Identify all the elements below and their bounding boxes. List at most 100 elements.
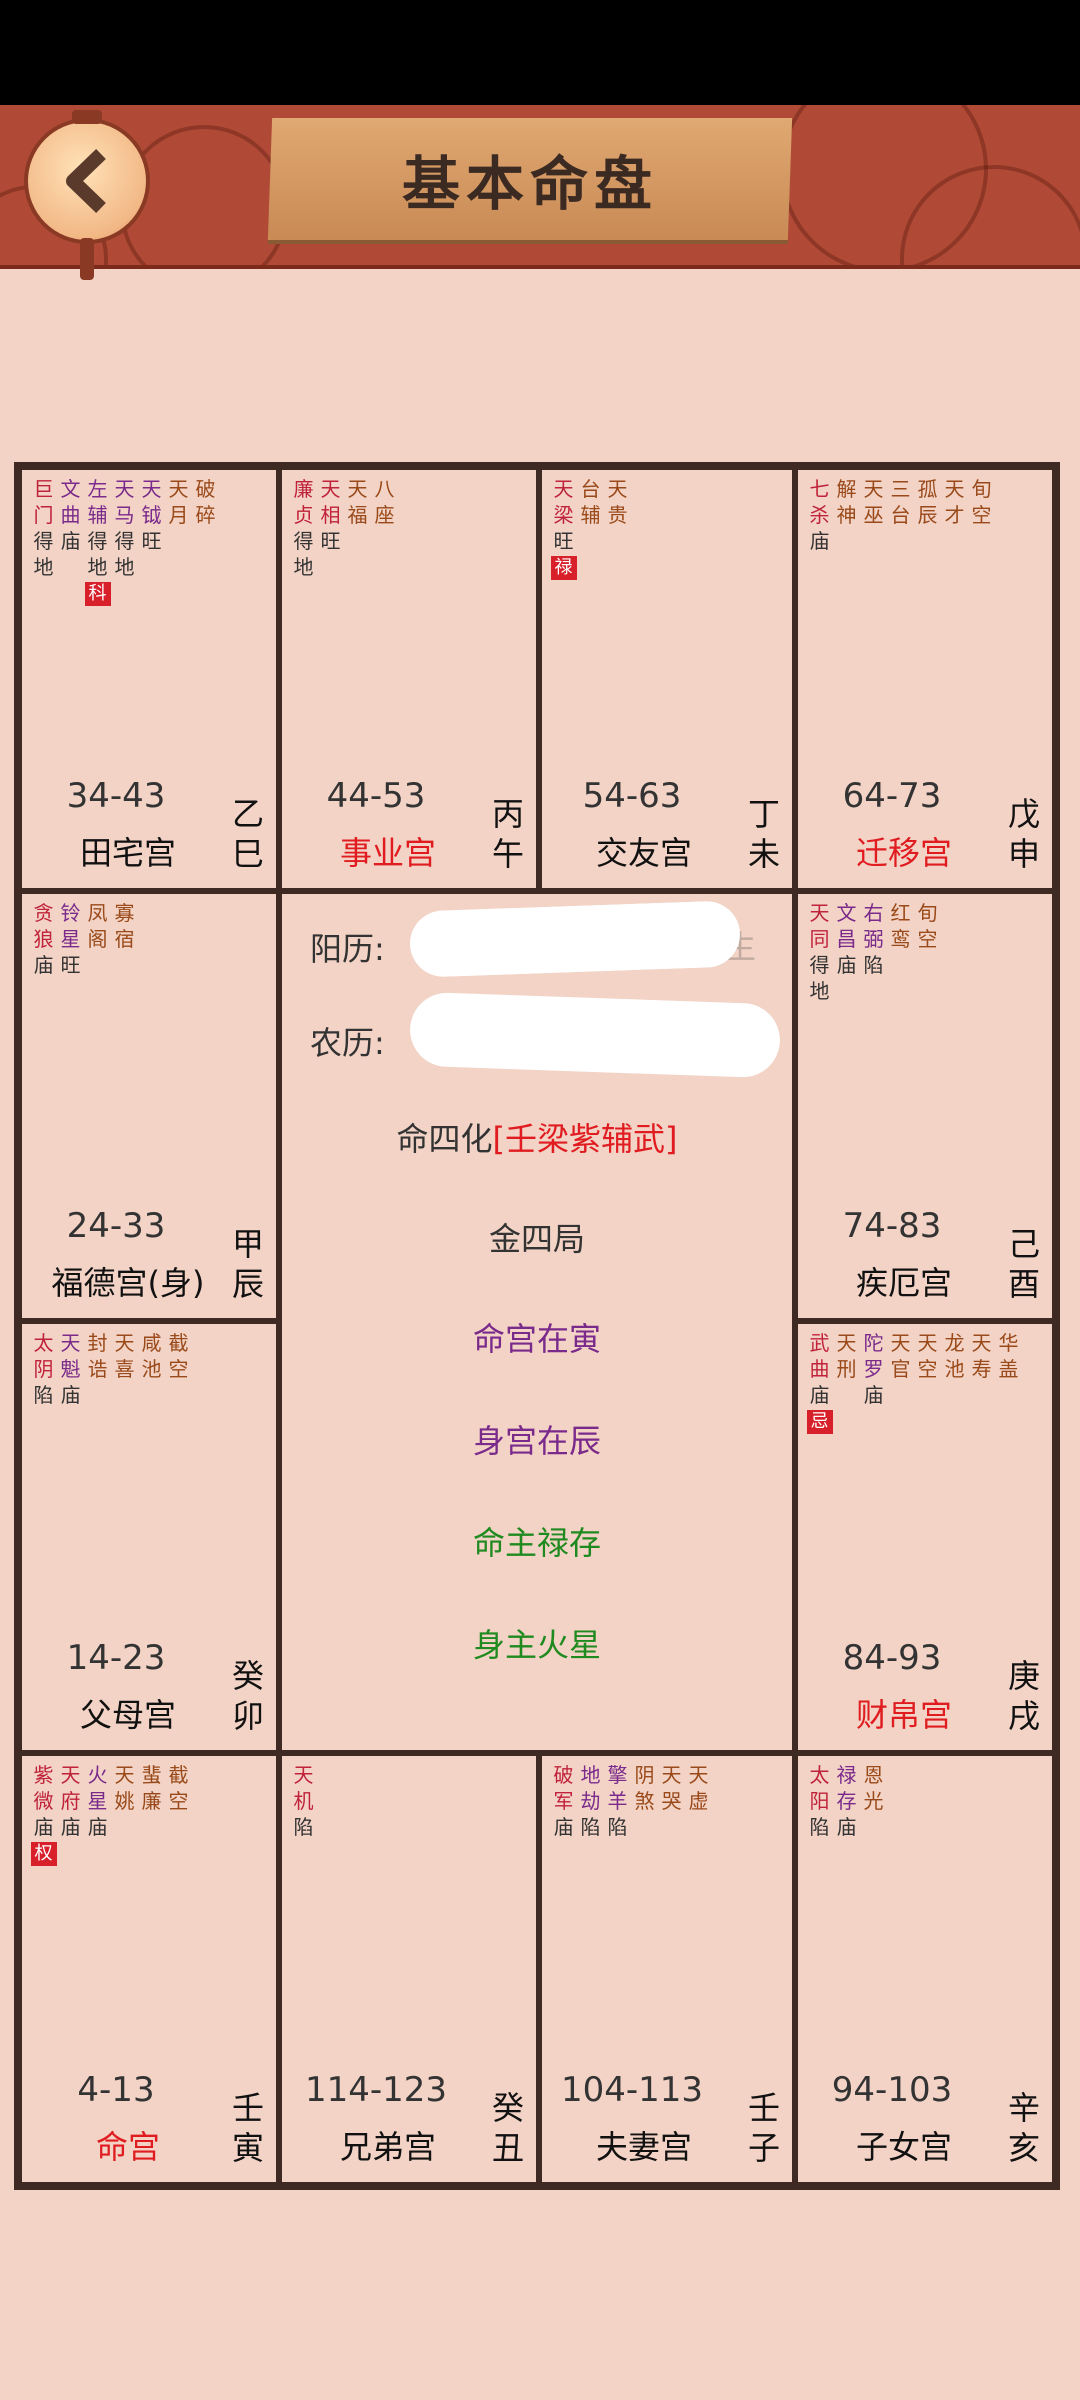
back-button[interactable] <box>24 110 150 280</box>
heavenly-stem: 乙 <box>231 795 264 833</box>
age-range: 54-63 <box>582 776 682 816</box>
star-column: 天虚 <box>685 1762 712 1840</box>
heavenly-stem-branch: 癸丑 <box>488 2088 528 2168</box>
palace-cell[interactable]: 廉贞得地天相旺天福八座 44-53 事业宫丙午 <box>282 470 536 888</box>
ming-zhu: 命主禄存 <box>472 1524 601 1562</box>
lantern-cap <box>72 110 102 124</box>
star-name-char: 星 <box>60 927 81 951</box>
star-name-char: 解 <box>836 477 857 501</box>
star-name-char: 宿 <box>114 927 135 951</box>
star-name-char: 罗 <box>863 1357 884 1381</box>
star-name-char: 天 <box>114 1331 135 1355</box>
palace-cell[interactable]: 破军庙地劫陷擎羊陷阴煞天哭天虚 104-113 夫妻宫壬子 <box>542 1756 792 2182</box>
star-name-char: 天 <box>320 477 341 501</box>
star-column: 贪狼庙 <box>30 900 57 978</box>
star-brightness: 庙 <box>60 529 81 553</box>
star-brightness: 地 <box>293 555 314 579</box>
star-name-char: 咸 <box>141 1331 162 1355</box>
palace-cell[interactable]: 天机陷 114-123 兄弟宫 癸丑 <box>282 1756 536 2182</box>
star-name-char: 辅 <box>580 503 601 527</box>
palace-cell[interactable]: 贪狼庙铃星旺凤阁寡宿 24-33 福德宫(身) 甲辰 <box>22 894 276 1318</box>
palace-cell[interactable]: 太阳陷禄存庙恩光 94-103 子女宫辛亥 <box>798 1756 1052 2182</box>
age-range: 64-73 <box>842 776 942 816</box>
palace-cell[interactable]: 太阴陷天魁庙封诰天喜咸池截空 14-23 父母宫癸卯 <box>22 1324 276 1750</box>
star-name-char: 破 <box>195 477 216 501</box>
star-name-char: 红 <box>890 901 911 925</box>
star-name-char: 昌 <box>836 927 857 951</box>
star-brightness: 庙 <box>33 953 54 977</box>
star-name-char: 天 <box>347 477 368 501</box>
star-name-char: 天 <box>607 477 628 501</box>
palace-cell[interactable]: 紫微庙权天府庙火星庙天姚蜚廉截空 4-13 命宫壬寅 <box>22 1756 276 2182</box>
heavenly-stem-branch: 乙巳 <box>228 794 268 874</box>
star-column: 破碎 <box>192 476 219 606</box>
star-name-char: 铃 <box>60 901 81 925</box>
earthly-branch: 卯 <box>231 1697 264 1735</box>
sihua-badge: 忌 <box>806 1410 833 1434</box>
star-name-char: 台 <box>890 503 911 527</box>
star-name-char: 台 <box>580 477 601 501</box>
star-name-char: 星 <box>87 1789 108 1813</box>
palace-name: 福德宫(身) <box>51 1264 205 1302</box>
age-range: 24-33 <box>66 1206 166 1246</box>
age-range: 94-103 <box>831 2070 953 2110</box>
palace-name: 迁移宫 <box>855 834 952 872</box>
lunar-date-label: 农历: <box>310 1024 385 1062</box>
star-name-char: 诰 <box>87 1357 108 1381</box>
heavenly-stem-branch: 辛亥 <box>1004 2088 1044 2168</box>
age-range: 4-13 <box>77 2070 155 2110</box>
palace-cell[interactable]: 天梁旺禄台辅天贵 54-63 交友宫丁未 <box>542 470 792 888</box>
star-name-char: 天 <box>863 477 884 501</box>
palace-cell[interactable]: 武曲庙忌天刑陀罗庙天官天空龙池天寿华盖 84-93 财帛宫庚戌 <box>798 1324 1052 1750</box>
star-brightness: 陷 <box>863 953 884 977</box>
star-name-char: 机 <box>293 1789 314 1813</box>
star-name-char: 寡 <box>114 901 135 925</box>
star-name-char: 廉 <box>141 1789 162 1813</box>
earthly-branch: 未 <box>747 835 780 873</box>
five-element-ju: 金四局 <box>488 1220 585 1258</box>
star-name-char: 辅 <box>87 503 108 527</box>
palace-cell[interactable]: 天同得地文昌庙右弼陷红鸾旬空 74-83 疾厄宫己酉 <box>798 894 1052 1318</box>
star-column: 三台 <box>887 476 914 554</box>
star-brightness: 陷 <box>809 1815 830 1839</box>
heavenly-stem: 丙 <box>491 795 524 833</box>
star-name-char: 廉 <box>293 477 314 501</box>
palace-cell[interactable]: 七杀庙解神天巫三台孤辰天才旬空 64-73 迁移宫戊申 <box>798 470 1052 888</box>
earthly-branch: 辰 <box>231 1265 264 1303</box>
page-title: 基本命盘 <box>401 150 658 218</box>
star-brightness: 庙 <box>836 1815 857 1839</box>
star-column: 天福 <box>344 476 371 580</box>
destiny-chart: 阳历: 时生 农历: 命四化[壬梁紫辅武] 金四局 命宫在寅 身宫在辰 命主禄存… <box>14 462 1060 2190</box>
star-list: 天同得地文昌庙右弼陷红鸾旬空 <box>806 900 941 1004</box>
star-name-char: 龙 <box>944 1331 965 1355</box>
star-column: 天机陷 <box>290 1762 317 1840</box>
star-column: 天魁庙 <box>57 1330 84 1408</box>
star-name-char: 相 <box>320 503 341 527</box>
star-name-char: 府 <box>60 1789 81 1813</box>
star-column: 左辅得地科 <box>84 476 111 606</box>
star-column: 台辅 <box>577 476 604 580</box>
star-name-char: 八 <box>374 477 395 501</box>
star-name-char: 天 <box>809 901 830 925</box>
star-column: 天哭 <box>658 1762 685 1840</box>
star-column: 文昌庙 <box>833 900 860 1004</box>
earthly-branch: 巳 <box>231 835 264 873</box>
star-name-char: 寿 <box>971 1357 992 1381</box>
star-name-char: 右 <box>863 901 884 925</box>
star-column: 天巫 <box>860 476 887 554</box>
star-brightness: 庙 <box>836 953 857 977</box>
star-brightness: 陷 <box>293 1815 314 1839</box>
palace-cell[interactable]: 巨门得地文曲庙左辅得地科天马得地天钺旺天月破碎 34-43 田宅宫乙巳 <box>22 470 276 888</box>
age-range: 14-23 <box>66 1638 166 1678</box>
star-name-char: 天 <box>917 1331 938 1355</box>
star-brightness: 地 <box>87 555 108 579</box>
heavenly-stem: 丁 <box>747 795 780 833</box>
star-name-char: 恩 <box>863 1763 884 1787</box>
star-column: 右弼陷 <box>860 900 887 1004</box>
star-column: 廉贞得地 <box>290 476 317 580</box>
earthly-branch: 酉 <box>1007 1265 1040 1303</box>
star-list: 太阳陷禄存庙恩光 <box>806 1762 887 1840</box>
star-name-char: 巨 <box>33 477 54 501</box>
star-name-char: 狼 <box>33 927 54 951</box>
chevron-left-icon <box>66 148 106 214</box>
